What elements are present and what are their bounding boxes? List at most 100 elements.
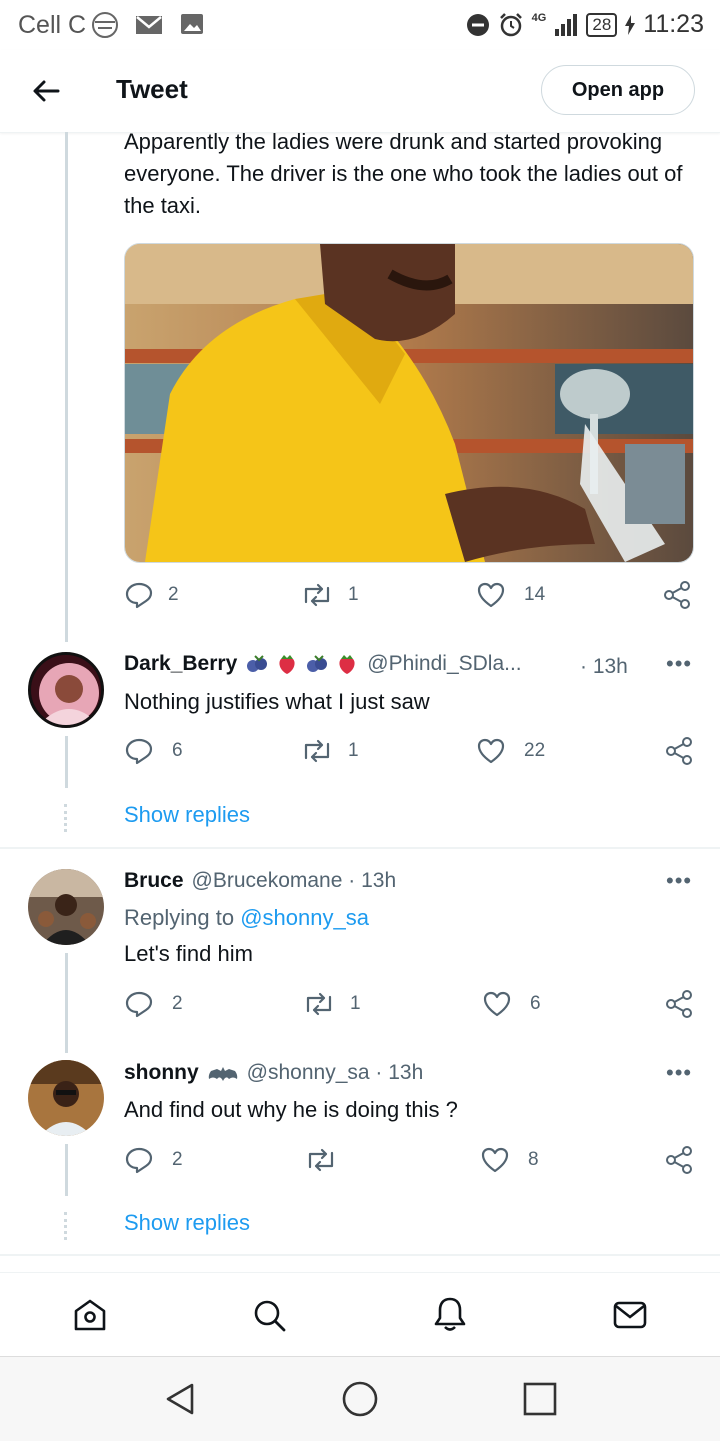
- heart-icon: [477, 582, 505, 608]
- more-options-icon[interactable]: •••: [666, 868, 692, 894]
- open-app-button[interactable]: Open app: [541, 65, 695, 115]
- system-home-button[interactable]: [341, 1380, 379, 1423]
- avatar-image: [31, 655, 101, 725]
- like-action[interactable]: 22: [476, 736, 545, 766]
- reply-count: 6: [172, 740, 183, 761]
- retweet-count: 1: [350, 993, 361, 1014]
- retweet-count: 1: [348, 584, 359, 605]
- retweet-icon: [304, 739, 330, 763]
- display-name[interactable]: Bruce: [124, 869, 184, 893]
- avatar[interactable]: [28, 869, 104, 945]
- mail-icon: [613, 1301, 647, 1329]
- user-handle[interactable]: @Brucekomane · 13h: [192, 869, 397, 893]
- share-icon: [664, 581, 690, 609]
- user-handle[interactable]: @Phindi_SDla...: [367, 652, 521, 676]
- avatar[interactable]: [28, 652, 104, 728]
- reply-text: Nothing justifies what I just saw: [124, 689, 430, 714]
- retweet-action[interactable]: 1: [302, 989, 361, 1019]
- charging-icon: [625, 14, 636, 35]
- nav-home[interactable]: [72, 1297, 108, 1338]
- like-count: 14: [524, 584, 546, 605]
- reply-icon: [125, 991, 153, 1018]
- heart-icon: [477, 738, 505, 764]
- like-action[interactable]: 6: [482, 989, 541, 1019]
- more-options-icon[interactable]: •••: [666, 651, 692, 677]
- system-status: 4G 28 11:23: [466, 10, 704, 39]
- display-name[interactable]: Dark_Berry: [124, 652, 237, 676]
- show-replies-link[interactable]: Show replies: [124, 802, 250, 828]
- reply-action[interactable]: 6: [124, 736, 183, 766]
- thread-line: [65, 132, 68, 642]
- reply-count: 2: [168, 584, 179, 605]
- replying-label: Replying to: [124, 905, 241, 930]
- nav-search[interactable]: [251, 1297, 287, 1338]
- clock: 11:23: [643, 10, 704, 38]
- thread-line: [65, 953, 68, 1053]
- triangle-back-icon: [166, 1383, 194, 1415]
- blueberries-icon: [247, 655, 268, 672]
- reply-text: And find out why he is doing this ?: [124, 1097, 458, 1122]
- reply-icon: [125, 1147, 153, 1174]
- reply-count: 2: [172, 993, 183, 1014]
- show-replies-link[interactable]: Show replies: [124, 1210, 250, 1236]
- share-action[interactable]: [664, 989, 694, 1024]
- avatar-image: [28, 869, 104, 945]
- nav-notifications[interactable]: [432, 1295, 468, 1338]
- like-action[interactable]: 14: [476, 580, 545, 610]
- share-action[interactable]: [664, 736, 694, 771]
- notification-icons: [90, 10, 206, 40]
- tweet-media-image[interactable]: [124, 243, 694, 563]
- reply-header: shonny @shonny_sa · 13h: [124, 1061, 423, 1085]
- system-recents-button[interactable]: [522, 1381, 558, 1422]
- battery-level: 28: [586, 12, 618, 37]
- like-count: 8: [528, 1149, 539, 1170]
- reply-action[interactable]: 2: [124, 989, 183, 1019]
- avatar-image: [28, 1060, 104, 1136]
- system-back-button[interactable]: [162, 1381, 198, 1422]
- alarm-icon: [499, 12, 522, 36]
- mail-notification-icon: [136, 16, 162, 34]
- signal-icon: [555, 13, 578, 36]
- reply-text: Let's find him: [124, 941, 253, 966]
- vodacom-icon: [92, 12, 118, 38]
- network-type: 4G: [531, 11, 547, 24]
- avatar[interactable]: [28, 1060, 104, 1136]
- heart-icon: [483, 991, 511, 1017]
- reply-action[interactable]: 2: [124, 580, 179, 610]
- like-action[interactable]: 8: [480, 1145, 539, 1175]
- system-navigation-bar: [0, 1356, 720, 1441]
- more-replies-dots: [64, 1212, 70, 1240]
- retweet-count: 1: [348, 740, 359, 761]
- bell-icon: [434, 1297, 466, 1331]
- replying-to: Replying to @shonny_sa: [124, 902, 369, 934]
- display-name[interactable]: shonny: [124, 1061, 199, 1085]
- reply-action[interactable]: 2: [124, 1145, 183, 1175]
- top-app-bar: Tweet Open app: [0, 50, 720, 133]
- nav-messages[interactable]: [612, 1297, 648, 1338]
- user-handle[interactable]: @shonny_sa · 13h: [247, 1061, 424, 1085]
- retweet-action[interactable]: [304, 1145, 352, 1175]
- reply-header: Dark_Berry @Phindi_SDla...: [124, 652, 522, 676]
- share-action[interactable]: [662, 580, 692, 615]
- share-action[interactable]: [664, 1145, 694, 1180]
- reply-count: 2: [172, 1149, 183, 1170]
- retweet-action[interactable]: 1: [300, 580, 359, 610]
- tweet-text: Apparently the ladies were drunk and sta…: [124, 129, 683, 218]
- more-options-icon[interactable]: •••: [666, 1060, 692, 1086]
- back-button[interactable]: [28, 75, 64, 107]
- retweet-icon: [306, 992, 332, 1016]
- mention-link[interactable]: @shonny_sa: [240, 905, 369, 930]
- retweet-icon: [308, 1148, 334, 1172]
- share-icon: [666, 990, 692, 1018]
- divider: [0, 847, 720, 849]
- like-count: 22: [524, 740, 546, 761]
- share-icon: [666, 737, 692, 765]
- gallery-notification-icon: [181, 14, 203, 34]
- carrier-name: Cell C: [18, 11, 87, 39]
- blueberries-icon: [307, 655, 328, 672]
- retweet-action[interactable]: 1: [300, 736, 359, 766]
- heart-icon: [481, 1147, 509, 1173]
- share-icon: [666, 1146, 692, 1174]
- arrow-left-icon: [33, 80, 60, 102]
- photo-man-yellow-shirt: [125, 244, 693, 562]
